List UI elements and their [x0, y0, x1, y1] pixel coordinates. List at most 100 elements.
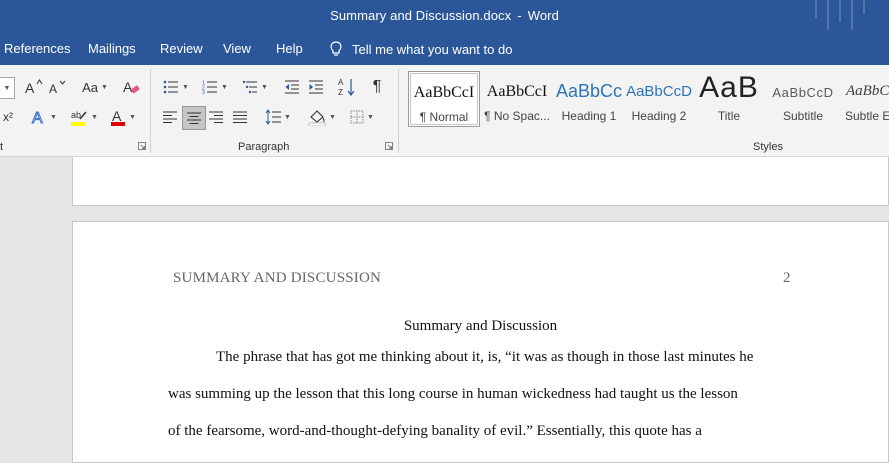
justify-icon [233, 111, 247, 123]
svg-text:Z: Z [338, 88, 343, 97]
clear-formatting-button[interactable]: A [120, 77, 142, 97]
align-center-button[interactable] [182, 106, 206, 130]
document-heading: Summary and Discussion [403, 318, 558, 334]
style-subtle-emphasis[interactable]: AaBbC Subtle Em [842, 71, 889, 125]
style-name: Heading 1 [561, 109, 617, 123]
numbering-button[interactable]: 1 2 3 ▼ [198, 77, 232, 97]
style-sample: AaBbCcD [772, 85, 834, 100]
show-formatting-marks-button[interactable]: ¶ [366, 77, 388, 97]
style-sample: AaBbCcD [626, 83, 692, 100]
tab-help[interactable]: Help [276, 41, 303, 56]
paragraph-line: of the fearsome, word-and-thought-defyin… [168, 423, 702, 439]
chevron-down-icon: ▼ [50, 113, 57, 121]
page-number: 2 [783, 270, 791, 286]
style-name: Subtitle [782, 109, 824, 123]
increase-indent-button[interactable] [306, 77, 326, 97]
text-effects-button[interactable]: A ▼ [28, 107, 60, 127]
style-heading-2[interactable]: AaBbCcD Heading 2 [626, 71, 692, 125]
chevron-down-icon: ▼ [91, 113, 98, 121]
tab-review[interactable]: Review [160, 41, 203, 56]
svg-text:A: A [25, 80, 35, 95]
paragraph-line: was summing up the lesson that this long… [168, 386, 738, 402]
chevron-down-icon: ▼ [182, 83, 189, 91]
font-size-dropdown[interactable]: ▼ [0, 77, 15, 99]
style-name: Title [717, 109, 741, 123]
style-name: ¶ No Spac... [484, 109, 550, 123]
document-canvas[interactable]: SUMMARY AND DISCUSSION 2 Summary and Dis… [0, 157, 889, 463]
justify-button[interactable] [230, 107, 250, 127]
chevron-down-icon: ▼ [100, 83, 108, 91]
style-no-spacing[interactable]: AaBbCcI ¶ No Spac... [482, 71, 552, 125]
decrease-indent-icon [285, 80, 299, 94]
ribbon-tabs: References Mailings Review View Help Tel… [0, 33, 889, 65]
align-right-icon [209, 111, 223, 123]
style-subtitle[interactable]: AaBbCcD Subtitle [768, 71, 838, 125]
align-right-button[interactable] [206, 107, 226, 127]
clear-formatting-icon: A [123, 79, 140, 95]
grow-font-button[interactable]: A [24, 77, 44, 97]
shrink-font-button[interactable]: A [48, 77, 68, 97]
title-bar: Summary and Discussion.docx - Word [0, 0, 889, 33]
sort-button[interactable]: AZ [336, 75, 358, 99]
style-normal[interactable]: AaBbCcI ¶ Normal [408, 71, 480, 127]
chevron-down-icon: ▼ [284, 113, 291, 121]
multilevel-list-button[interactable]: ▼ [238, 77, 272, 97]
previous-page [72, 157, 889, 206]
tab-view[interactable]: View [223, 41, 251, 56]
paragraph-line: The phrase that has got me thinking abou… [216, 349, 754, 365]
style-heading-1[interactable]: AaBbCc Heading 1 [556, 71, 622, 125]
shading-button[interactable]: ▼ [306, 107, 338, 127]
bullets-button[interactable]: ▼ [160, 77, 192, 97]
chevron-down-icon: ▼ [261, 83, 268, 91]
tab-references[interactable]: References [4, 41, 70, 56]
pilcrow-icon: ¶ [372, 78, 382, 95]
font-color-button[interactable]: A ▼ [106, 107, 140, 127]
highlighter-icon: ab [71, 110, 87, 126]
window-title: Summary and Discussion.docx - Word [0, 8, 889, 23]
tell-me-label: Tell me what you want to do [352, 41, 513, 57]
lightbulb-icon [330, 41, 342, 56]
align-left-icon [163, 111, 177, 123]
style-name: Heading 2 [631, 109, 687, 123]
line-spacing-button[interactable]: ▼ [262, 107, 294, 127]
style-name: ¶ Normal [419, 110, 469, 124]
tab-mailings[interactable]: Mailings [88, 41, 136, 56]
superscript-label: x² [3, 110, 13, 124]
grow-font-icon: A [25, 79, 43, 95]
chevron-down-icon: ▼ [329, 113, 336, 121]
increase-indent-icon [309, 80, 323, 94]
decrease-indent-button[interactable] [282, 77, 302, 97]
borders-button[interactable]: ▼ [346, 107, 378, 127]
running-head: SUMMARY AND DISCUSSION [173, 270, 382, 286]
chevron-down-icon: ▼ [367, 113, 374, 121]
align-center-icon [187, 112, 201, 124]
chevron-down-icon: ▼ [221, 83, 228, 91]
paint-bucket-icon [308, 110, 326, 126]
document-name: Summary and Discussion.docx [330, 8, 512, 23]
multilevel-list-icon [242, 80, 258, 94]
style-name: Subtle Em [845, 109, 889, 123]
svg-text:A: A [112, 108, 122, 124]
ribbon-panel: ▼ A A Aa ▼ A x² A ▼ ab ▼ A ▼ t ▼ 1 2 3 ▼… [0, 65, 889, 157]
style-sample: AaBbCc [556, 81, 622, 101]
font-dialog-launcher-icon[interactable] [138, 142, 146, 150]
align-left-button[interactable] [160, 107, 180, 127]
svg-text:3: 3 [202, 90, 205, 94]
bullets-icon [163, 80, 179, 94]
change-case-button[interactable]: Aa ▼ [78, 77, 112, 97]
style-title[interactable]: AaB Title [696, 71, 762, 125]
highlight-color-button[interactable]: ab ▼ [66, 107, 102, 127]
document-page[interactable]: SUMMARY AND DISCUSSION 2 Summary and Dis… [72, 221, 889, 463]
group-divider [398, 69, 399, 153]
svg-text:A: A [32, 110, 43, 126]
superscript-button[interactable]: x² [0, 107, 16, 127]
font-group-label: t [0, 141, 4, 153]
style-sample: AaBbCcI [413, 84, 475, 101]
tell-me-search[interactable]: Tell me what you want to do [330, 41, 512, 57]
svg-text:A: A [338, 78, 344, 87]
change-case-label: Aa [82, 79, 98, 95]
paragraph-dialog-launcher-icon[interactable] [385, 142, 393, 150]
borders-icon [350, 110, 364, 124]
style-sample: AaBbC [846, 83, 889, 99]
app-name: Word [527, 8, 559, 23]
